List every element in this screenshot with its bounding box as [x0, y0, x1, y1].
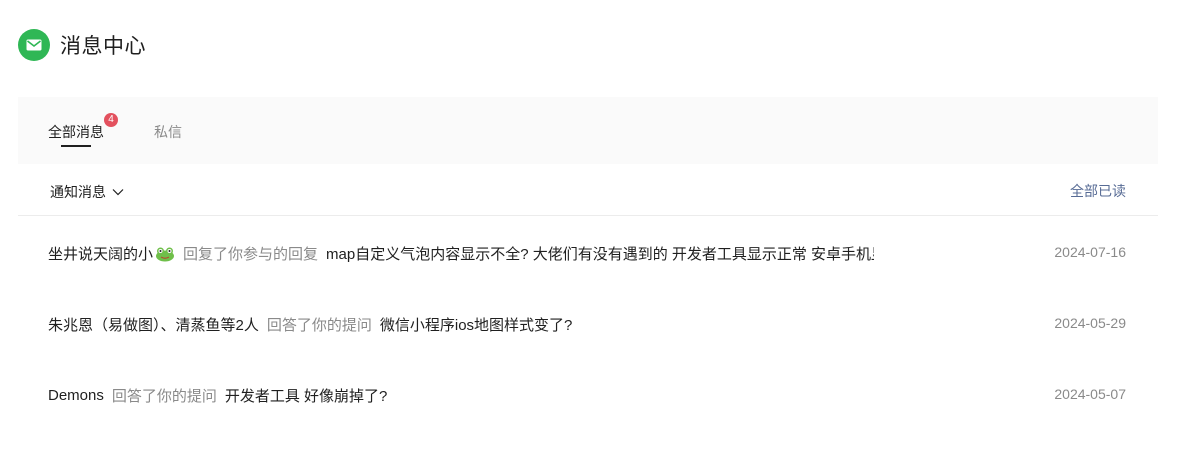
message-content[interactable]: map自定义气泡内容显示不全? 大佬们有没有遇到的 开发者工具显示正常 安卓手机… — [326, 243, 874, 264]
message-action: 回复了你参与的回复 — [183, 246, 319, 263]
tab-private-messages[interactable]: 私信 — [154, 122, 182, 142]
message-date: 2024-05-29 — [1054, 315, 1126, 331]
chevron-down-icon — [112, 189, 124, 196]
message-date: 2024-07-16 — [1054, 244, 1126, 260]
list-item[interactable]: Demons 回答了你的提问 开发者工具 好像崩掉了? 2024-05-07 — [18, 358, 1158, 429]
filter-label: 通知消息 — [50, 184, 106, 200]
page-title: 消息中心 — [60, 35, 146, 58]
tab-all-messages[interactable]: 全部消息 — [48, 122, 104, 142]
notification-filter-dropdown[interactable]: 通知消息 — [50, 182, 124, 202]
unread-badge: 4 — [104, 113, 118, 127]
message-date: 2024-05-07 — [1054, 386, 1126, 402]
message-user[interactable]: 朱兆恩（易做图）、清蒸鱼等2人 — [48, 314, 259, 335]
list-item[interactable]: 朱兆恩（易做图）、清蒸鱼等2人 回答了你的提问 微信小程序ios地图样式变了? … — [18, 287, 1158, 358]
message-user[interactable]: 坐井说天阔的小 — [48, 243, 153, 264]
tabs-bar: 全部消息 4 私信 — [18, 97, 1158, 164]
frog-icon — [155, 246, 175, 262]
mail-icon — [18, 29, 50, 61]
list-item[interactable]: 坐井说天阔的小 回复了你参与的回复 map自定义气泡内容显示不全? 大佬们有没有… — [18, 216, 1158, 287]
message-content[interactable]: 开发者工具 好像崩掉了? — [225, 385, 388, 406]
message-action: 回答了你的提问 — [266, 317, 372, 334]
message-content[interactable]: 微信小程序ios地图样式变了? — [380, 314, 573, 335]
page-header: 消息中心 — [18, 29, 146, 61]
mark-all-read-button[interactable]: 全部已读 — [1070, 181, 1126, 201]
message-action: 回答了你的提问 — [111, 388, 217, 405]
message-user[interactable]: Demons — [48, 387, 104, 404]
filter-row: 通知消息 全部已读 — [18, 165, 1158, 216]
active-tab-indicator — [61, 145, 91, 147]
message-list: 坐井说天阔的小 回复了你参与的回复 map自定义气泡内容显示不全? 大佬们有没有… — [18, 216, 1158, 429]
